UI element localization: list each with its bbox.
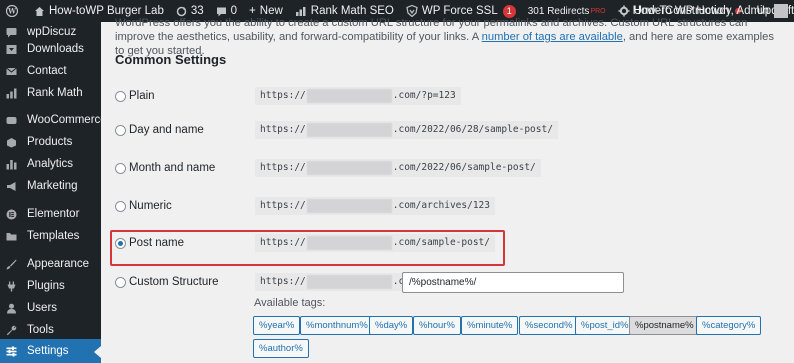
available-tags-label: Available tags: xyxy=(254,297,326,309)
tag-postname-button[interactable]: %postname% xyxy=(629,316,700,335)
sidebar-item-downloads[interactable]: Downloads xyxy=(0,37,101,61)
plug-icon xyxy=(6,281,17,292)
tag-second-button[interactable]: %second% xyxy=(519,316,579,335)
section-title: Common Settings xyxy=(115,52,227,67)
woo-icon xyxy=(6,115,17,126)
option-label[interactable]: Numeric xyxy=(129,200,172,212)
download-icon xyxy=(6,44,17,55)
option-label[interactable]: Plain xyxy=(129,90,155,102)
option-numeric: Numeric https://.com/archives/123 xyxy=(101,195,794,221)
svg-text:W: W xyxy=(7,7,16,16)
admin-sidebar: wpDiscuz Downloads Contact Rank Math Woo… xyxy=(0,22,107,363)
tag-year-button[interactable]: %year% xyxy=(253,316,301,335)
elementor-icon xyxy=(6,209,17,220)
sidebar-item-products[interactable]: Products xyxy=(0,130,101,154)
settings-icon xyxy=(6,346,17,357)
option-plain: Plain https://.com/?p=123 xyxy=(101,85,794,111)
sidebar-item-templates[interactable]: Templates xyxy=(0,224,101,248)
custom-structure-input[interactable]: /%postname%/ xyxy=(402,272,624,293)
sidebar-item-label: Marketing xyxy=(27,180,78,192)
example-url: https://.com/archives/123 xyxy=(255,197,495,215)
comment-bubble-icon xyxy=(216,7,226,16)
sidebar-item-label: Products xyxy=(27,136,73,148)
sidebar-item-label: Users xyxy=(27,302,58,314)
rankmath-icon xyxy=(295,6,306,16)
highlight-annotation xyxy=(110,230,505,266)
bar-chart-icon xyxy=(6,159,17,170)
folder-icon xyxy=(6,231,17,242)
refresh-icon xyxy=(176,6,187,16)
sidebar-item-appearance[interactable]: Appearance xyxy=(0,252,101,276)
numeric-radio[interactable] xyxy=(115,201,126,212)
redacted-domain xyxy=(306,122,392,137)
sidebar-item-label: Elementor xyxy=(27,208,80,220)
tag-author-button[interactable]: %author% xyxy=(253,339,309,358)
tag-hour-button[interactable]: %hour% xyxy=(413,316,461,335)
tag-minute-button[interactable]: %minute% xyxy=(461,316,519,335)
megaphone-icon xyxy=(6,181,17,192)
pro-badge: PRO xyxy=(590,7,606,15)
tag-monthnum-button[interactable]: %monthnum% xyxy=(300,316,374,335)
sidebar-item-contact[interactable]: Contact xyxy=(0,59,101,83)
option-day-and-name: Day and name https://.com/2022/06/28/sam… xyxy=(101,119,794,145)
sidebar-item-label: Contact xyxy=(27,65,67,77)
redacted-domain xyxy=(306,198,392,213)
redirects-label: 301 Redirects xyxy=(527,5,590,17)
example-url: https://.com/2022/06/28/sample-post/ xyxy=(255,121,558,139)
sidebar-item-label: Settings xyxy=(27,345,69,357)
wrench-icon xyxy=(6,325,17,336)
sidebar-item-label: Rank Math xyxy=(27,87,83,99)
sidebar-item-analytics[interactable]: Analytics xyxy=(0,152,101,176)
option-label[interactable]: Month and name xyxy=(129,162,215,174)
sidebar-item-woocommerce[interactable]: WooCommerce xyxy=(0,108,107,132)
sidebar-item-rank-math[interactable]: Rank Math xyxy=(0,81,101,105)
tag-day-button[interactable]: %day% xyxy=(369,316,414,335)
sidebar-item-label: Plugins xyxy=(27,280,65,292)
sidebar-item-label: Tools xyxy=(27,324,54,336)
brush-icon xyxy=(6,259,17,270)
sidebar-item-label: WooCommerce xyxy=(27,114,107,126)
sidebar-item-elementor[interactable]: Elementor xyxy=(0,202,101,226)
sidebar-item-users[interactable]: Users xyxy=(0,296,101,320)
option-month-and-name: Month and name https://.com/2022/06/samp… xyxy=(101,157,794,183)
example-url: https://.com/2022/06/sample-post/ xyxy=(255,159,541,177)
option-label[interactable]: Day and name xyxy=(129,124,204,136)
custom-structure-radio[interactable] xyxy=(115,277,126,288)
home-icon xyxy=(35,6,44,16)
day-and-name-radio[interactable] xyxy=(115,125,126,136)
mail-icon xyxy=(6,66,17,77)
sidebar-item-label: Analytics xyxy=(27,158,74,170)
tag-category-button[interactable]: %category% xyxy=(696,316,762,335)
redacted-domain xyxy=(306,88,392,103)
tag-post-id-button[interactable]: %post_id% xyxy=(575,316,635,335)
sidebar-item-label: Templates xyxy=(27,230,80,242)
sidebar-item-settings[interactable]: Settings xyxy=(0,339,101,363)
option-label[interactable]: Custom Structure xyxy=(129,276,218,288)
sidebar-item-label: Appearance xyxy=(27,258,90,270)
example-url: https://.com/?p=123 xyxy=(255,87,461,105)
sidebar-item-plugins[interactable]: Plugins xyxy=(0,274,101,298)
comment-icon xyxy=(6,27,17,38)
plain-radio[interactable] xyxy=(115,91,126,102)
redacted-domain xyxy=(306,274,392,289)
permalink-settings-panel: WordPress offers you the ability to crea… xyxy=(101,17,794,363)
chart-icon xyxy=(6,88,17,99)
wp-logo-button[interactable]: W xyxy=(0,0,28,22)
redacted-domain xyxy=(306,160,392,175)
wordpress-icon: W xyxy=(6,5,18,17)
available-tags-link[interactable]: number of tags are available xyxy=(482,31,623,43)
box-icon xyxy=(6,137,17,148)
user-icon xyxy=(6,303,17,314)
custom-url-prefix: https://.com xyxy=(255,273,421,291)
month-and-name-radio[interactable] xyxy=(115,163,126,174)
sidebar-item-marketing[interactable]: Marketing xyxy=(0,174,101,198)
sidebar-item-label: Downloads xyxy=(27,43,84,55)
